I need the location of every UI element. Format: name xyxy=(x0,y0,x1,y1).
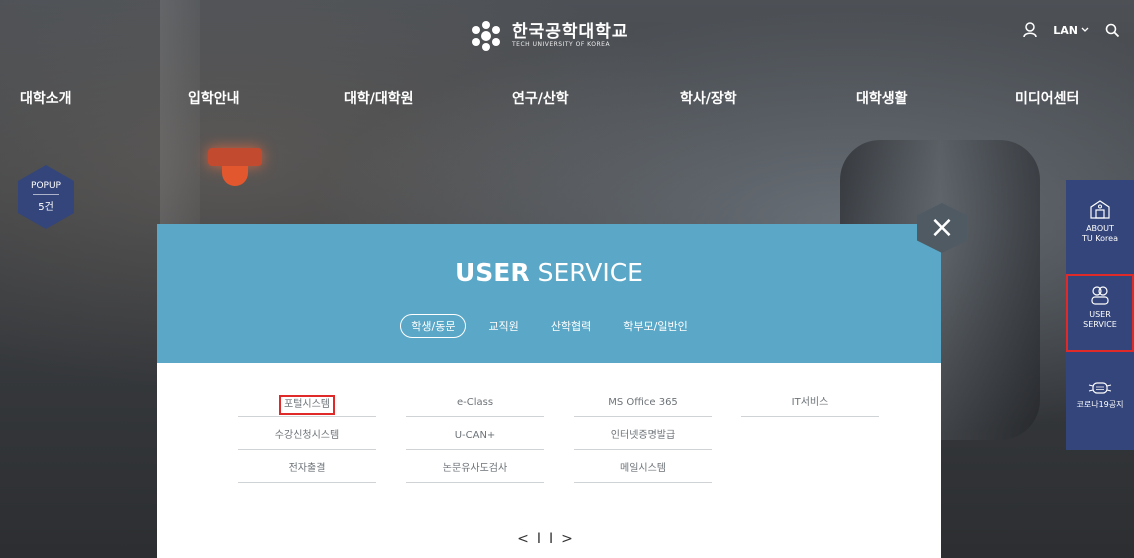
main-navigation: 대학소개 입학안내 대학/대학원 연구/산학 학사/장학 대학생활 미디어센터 xyxy=(0,88,1134,110)
service-link-label: 포털시스템 xyxy=(279,395,335,415)
popup-divider xyxy=(33,194,59,195)
service-link-ucan[interactable]: U-CAN+ xyxy=(406,428,544,450)
university-logo[interactable]: 한국공학대학교 TECH UNIVERSITY OF KOREA xyxy=(468,20,628,52)
modal-title-bold: USER xyxy=(455,258,530,287)
chevron-down-icon xyxy=(1081,27,1089,32)
nav-item-media-center[interactable]: 미디어센터 xyxy=(1015,88,1079,108)
logo-emblem-icon xyxy=(472,21,500,51)
modal-title-rest: SERVICE xyxy=(529,258,643,287)
quick-item-covid-notice-label: 코로나19공지 xyxy=(1076,400,1124,409)
service-link-label: MS Office 365 xyxy=(608,397,678,408)
tab-parents-public[interactable]: 학부모/일반인 xyxy=(613,315,697,337)
tab-industry-cooperation[interactable]: 산학협력 xyxy=(541,315,601,337)
modal-header: USER SERVICE 학생/동문 교직원 산학협력 학부모/일반인 xyxy=(157,224,941,363)
lab-lamp xyxy=(208,148,262,166)
nav-item-about[interactable]: 대학소개 xyxy=(20,88,72,108)
popup-count: 5건 xyxy=(38,202,54,213)
quick-item-about-line1: ABOUT xyxy=(1086,224,1114,233)
service-link-certificate[interactable]: 인터넷증명발급 xyxy=(574,428,712,450)
nav-item-research[interactable]: 연구/산학 xyxy=(512,88,569,108)
pause-button[interactable]: II xyxy=(537,531,561,547)
service-link-label: IT서비스 xyxy=(791,397,829,408)
carousel-pager: <II> xyxy=(157,531,941,547)
quick-item-user-service-line1: USER xyxy=(1089,310,1111,319)
modal-body: 포털시스템 e-Class MS Office 365 IT서비스 수강신청시스… xyxy=(157,363,941,558)
popup-label: POPUP xyxy=(31,181,61,191)
prev-button[interactable]: < xyxy=(517,531,537,547)
service-link-label: 논문유사도검사 xyxy=(442,463,508,474)
quick-item-user-service[interactable]: USER SERVICE xyxy=(1066,274,1134,352)
quick-menu: ABOUT TU Korea USER SERVICE 코로나19공지 xyxy=(1066,180,1134,450)
modal-title: USER SERVICE xyxy=(157,258,941,287)
service-link-it-service[interactable]: IT서비스 xyxy=(741,395,879,417)
service-link-label: 인터넷증명발급 xyxy=(610,430,676,441)
tab-students-alumni[interactable]: 학생/동문 xyxy=(400,314,467,338)
logo-english-name: TECH UNIVERSITY OF KOREA xyxy=(512,41,611,48)
service-link-plagiarism-check[interactable]: 논문유사도검사 xyxy=(406,461,544,483)
service-link-mail[interactable]: 메일시스템 xyxy=(574,461,712,483)
quick-item-about[interactable]: ABOUT TU Korea xyxy=(1066,198,1134,244)
service-link-course-registration[interactable]: 수강신청시스템 xyxy=(238,428,376,450)
nav-item-graduate[interactable]: 대학/대학원 xyxy=(344,88,414,108)
language-selector[interactable]: LAN xyxy=(1053,24,1089,37)
users-icon xyxy=(1091,286,1109,305)
quick-item-about-line2: TU Korea xyxy=(1082,234,1118,243)
nav-item-admission[interactable]: 입학안내 xyxy=(188,88,240,108)
tab-faculty-staff[interactable]: 교직원 xyxy=(478,315,528,337)
service-link-label: 수강신청시스템 xyxy=(274,430,340,441)
service-link-portal[interactable]: 포털시스템 xyxy=(238,395,376,417)
search-icon[interactable] xyxy=(1105,23,1120,38)
quick-item-covid-notice[interactable]: 코로나19공지 xyxy=(1066,380,1134,410)
user-service-modal: USER SERVICE 학생/동문 교직원 산학협력 학부모/일반인 포털시스… xyxy=(157,224,941,558)
user-icon[interactable] xyxy=(1023,22,1038,38)
service-link-eclass[interactable]: e-Class xyxy=(406,395,544,417)
service-link-label: 메일시스템 xyxy=(620,463,666,474)
audience-tabs: 학생/동문 교직원 산학협력 학부모/일반인 xyxy=(157,314,941,338)
next-button[interactable]: > xyxy=(561,531,581,547)
service-link-attendance[interactable]: 전자출결 xyxy=(238,461,376,483)
service-link-ms-office[interactable]: MS Office 365 xyxy=(574,395,712,417)
mask-icon xyxy=(1088,382,1112,394)
logo-korean-name: 한국공학대학교 xyxy=(512,22,629,42)
language-label: LAN xyxy=(1053,23,1078,37)
site-header: 한국공학대학교 TECH UNIVERSITY OF KOREA LAN 대학소… xyxy=(0,0,1134,130)
service-link-label: U-CAN+ xyxy=(454,430,496,441)
nav-item-academic[interactable]: 학사/장학 xyxy=(680,88,737,108)
building-icon xyxy=(1090,200,1110,219)
quick-item-user-service-line2: SERVICE xyxy=(1083,320,1117,329)
service-link-label: 전자출결 xyxy=(288,463,326,474)
utility-bar: LAN xyxy=(1023,22,1120,38)
service-link-label: e-Class xyxy=(456,397,494,408)
nav-item-campus-life[interactable]: 대학생활 xyxy=(856,88,908,108)
